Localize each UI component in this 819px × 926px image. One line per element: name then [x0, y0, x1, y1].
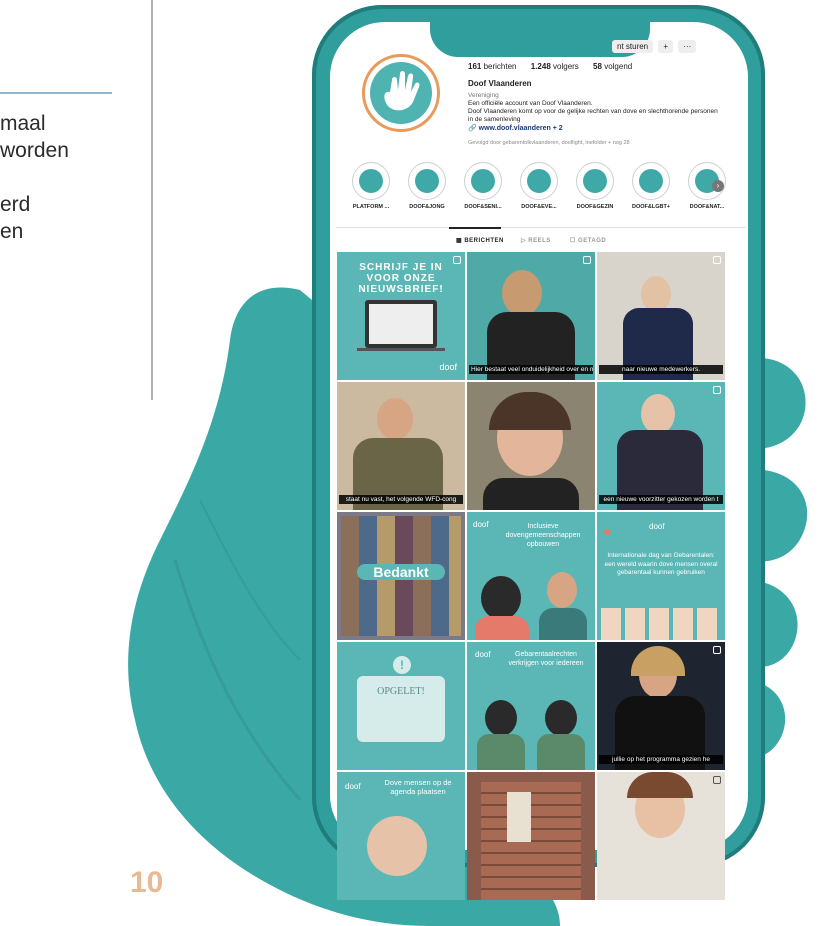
highlight-item[interactable]: DOOF&NAT...: [680, 162, 734, 210]
profile-stats: 161 berichten 1.248 volgers 58 volgend: [468, 62, 644, 71]
post-tile[interactable]: staat nu vast, het volgende WFD-cong: [337, 382, 465, 510]
tab-posts[interactable]: ▦ BERICHTEN: [456, 237, 504, 244]
profile-category: Vereniging: [468, 92, 499, 99]
post-tile[interactable]: [597, 772, 725, 900]
avatar[interactable]: [362, 54, 440, 132]
posts-stat[interactable]: 161 berichten: [468, 62, 517, 71]
active-tab-indicator: [449, 227, 501, 229]
tabs-divider: [336, 227, 746, 228]
tab-reels[interactable]: ▷ REELS: [521, 237, 551, 244]
follow-suggest-button[interactable]: +: [658, 40, 674, 53]
post-tile[interactable]: [467, 382, 595, 510]
story-highlights: PLATFORM ... DOOF&JONG DOOF&SENI... DOOF…: [338, 162, 748, 214]
highlight-item[interactable]: DOOF&EVE...: [512, 162, 566, 210]
highlight-item[interactable]: DOOF&SENI...: [456, 162, 510, 210]
post-tile[interactable]: naar nieuwe medewerkers.: [597, 252, 725, 380]
post-tile[interactable]: Gebarentaalrechten verkrijgen voor ieder…: [467, 642, 595, 770]
chevron-right-icon[interactable]: ›: [712, 180, 724, 192]
post-tile[interactable]: ! OPGELET!: [337, 642, 465, 770]
highlight-item[interactable]: DOOF&LGBT+: [624, 162, 678, 210]
post-tile[interactable]: Inclusieve dovengemeenschappen opbouwen …: [467, 512, 595, 640]
profile-actions: nt sturen + ···: [612, 40, 699, 53]
profile-link[interactable]: 🔗 www.doof.vlaanderen + 2: [468, 124, 563, 132]
profile-bio: Een officiële account van Doof Vlaandere…: [468, 100, 718, 123]
post-tile[interactable]: Hier bestaat veel onduidelijkheid over e…: [467, 252, 595, 380]
message-button[interactable]: nt sturen: [612, 40, 654, 53]
post-tile[interactable]: [467, 772, 595, 900]
highlight-item[interactable]: PLATFORM ...: [344, 162, 398, 210]
post-tile[interactable]: Dove mensen op de agenda plaatsen doof: [337, 772, 465, 900]
post-tile[interactable]: SCHRIJF JE IN VOOR ONZE NIEUWSBRIEF! doo…: [337, 252, 465, 380]
profile-name: Doof Vlaanderen: [468, 79, 532, 88]
followers-stat[interactable]: 1.248 volgers: [531, 62, 579, 71]
more-options-button[interactable]: ···: [678, 40, 697, 53]
highlight-item[interactable]: DOOF&JONG: [400, 162, 454, 210]
post-tile[interactable]: Bedankt: [337, 512, 465, 640]
post-tile[interactable]: een nieuwe voorzitter gekozen worden t: [597, 382, 725, 510]
tab-tagged[interactable]: ☐ GETAGD: [570, 237, 606, 244]
hand-logo-icon: [370, 62, 432, 124]
highlight-item[interactable]: DOOF&GEZIN: [568, 162, 622, 210]
followed-by[interactable]: Gevolgd door gebarentolkvlaanderen, doof…: [468, 140, 718, 146]
post-tile[interactable]: Internationale dag van Gebarentalen: een…: [597, 512, 725, 640]
post-tile[interactable]: jullie op het programma gezien he: [597, 642, 725, 770]
following-stat[interactable]: 58 volgend: [593, 62, 632, 71]
